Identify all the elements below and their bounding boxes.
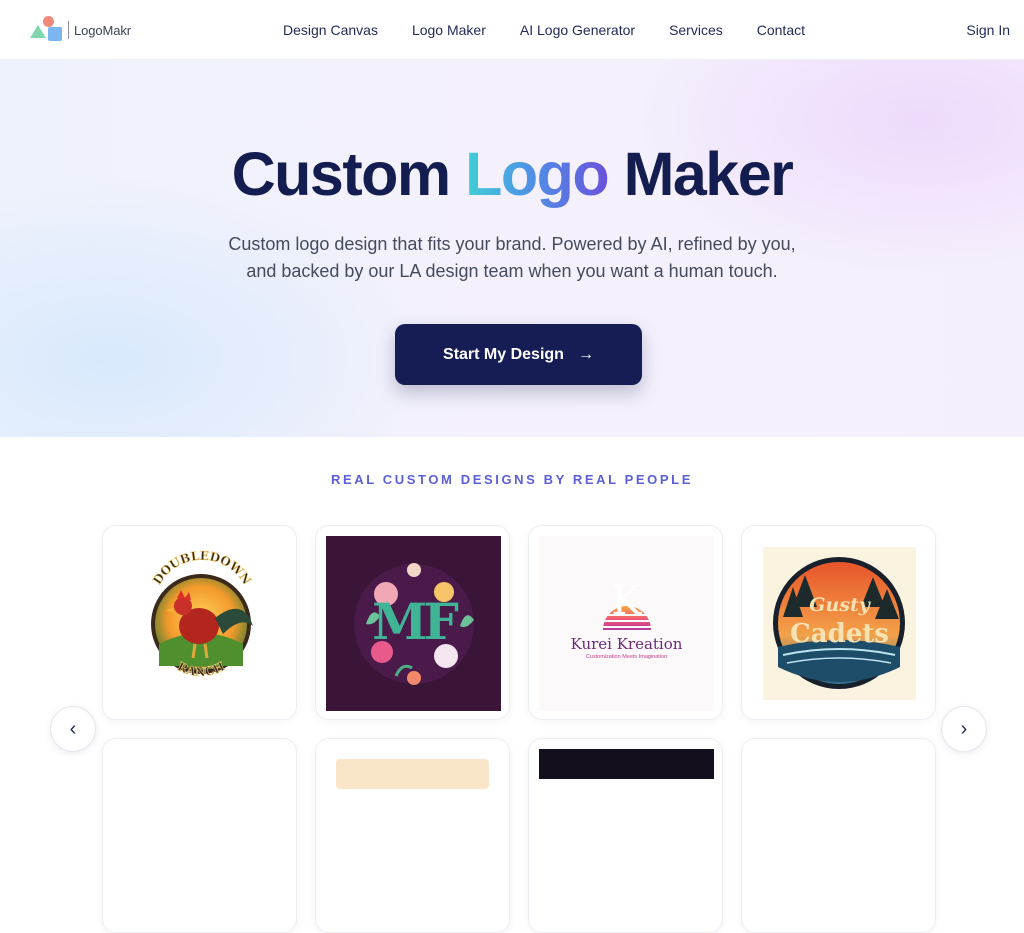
kurei-kreation-logo-image: K Kurei Kreation Customization Meets Ima… xyxy=(539,536,714,711)
logo-thumbnail xyxy=(336,759,489,789)
nav-link-design-canvas[interactable]: Design Canvas xyxy=(283,22,378,38)
showcase-card-row2-1[interactable] xyxy=(102,738,297,933)
kurei-k-mark: K xyxy=(611,578,642,624)
mf-monogram-logo-image: MF xyxy=(326,536,501,711)
carousel-prev-button[interactable]: ‹ xyxy=(50,706,96,752)
logo-thumbnail xyxy=(539,749,714,779)
sign-in-link[interactable]: Sign In xyxy=(966,0,1010,60)
top-navigation: LogoMakr Design Canvas Logo Maker AI Log… xyxy=(0,0,1024,60)
nav-link-services[interactable]: Services xyxy=(669,22,723,38)
gusty-text: Gusty xyxy=(809,594,870,616)
cta-label: Start My Design xyxy=(443,345,564,363)
kurei-kreation-tagline: Customization Meets Imagination xyxy=(585,654,668,660)
logo-shapes-icon xyxy=(30,15,64,45)
showcase-card-doubledown-ranch[interactable]: DOUBLEDOWN RANCH xyxy=(102,525,297,720)
gusty-cadets-logo-image: Gusty Cadets xyxy=(763,547,916,700)
hero-subtitle-line2: and backed by our LA design team when yo… xyxy=(246,261,778,281)
doubledown-ranch-logo-image: DOUBLEDOWN RANCH xyxy=(150,548,254,679)
arrow-right-icon: → xyxy=(577,345,594,363)
showcase-card-row2-3[interactable] xyxy=(528,738,723,933)
nav-links: Design Canvas Logo Maker AI Logo Generat… xyxy=(283,0,805,60)
showcase-card-kurei-kreation[interactable]: K Kurei Kreation Customization Meets Ima… xyxy=(528,525,723,720)
showcase-eyebrow: REAL CUSTOM DESIGNS BY REAL PEOPLE xyxy=(331,472,693,487)
start-my-design-button[interactable]: Start My Design → xyxy=(395,324,642,385)
showcase-card-row2-2[interactable] xyxy=(315,738,510,933)
nav-link-contact[interactable]: Contact xyxy=(757,22,805,38)
showcase-card-mf-monogram[interactable]: MF xyxy=(315,525,510,720)
hero-subtitle: Custom logo design that fits your brand.… xyxy=(162,231,862,285)
showcase-card-row2-4[interactable] xyxy=(741,738,936,933)
hero-title-part2: Maker xyxy=(608,140,794,208)
logo-divider xyxy=(68,21,69,39)
hero-title-highlight: Logo xyxy=(465,140,610,208)
nav-link-ai-logo-generator[interactable]: AI Logo Generator xyxy=(520,22,635,38)
nav-link-logo-maker[interactable]: Logo Maker xyxy=(412,22,486,38)
showcase-card-gusty-cadets[interactable]: Gusty Cadets xyxy=(741,525,936,720)
mf-monogram-text: MF xyxy=(372,592,459,651)
hero-section: Custom Logo Maker Custom logo design tha… xyxy=(0,60,1024,437)
hero-title-part1: Custom xyxy=(231,140,466,208)
chevron-right-icon: › xyxy=(960,717,968,740)
cadets-text: Cadets xyxy=(790,619,889,649)
hero-subtitle-line1: Custom logo design that fits your brand.… xyxy=(228,234,796,254)
logomakr-logo[interactable]: LogoMakr xyxy=(30,15,131,45)
hero-title: Custom Logo Maker xyxy=(0,138,1024,210)
carousel-next-button[interactable]: › xyxy=(941,706,987,752)
chevron-left-icon: ‹ xyxy=(69,717,77,740)
kurei-kreation-name: Kurei Kreation xyxy=(570,635,683,653)
brand-name: LogoMakr xyxy=(74,22,132,38)
